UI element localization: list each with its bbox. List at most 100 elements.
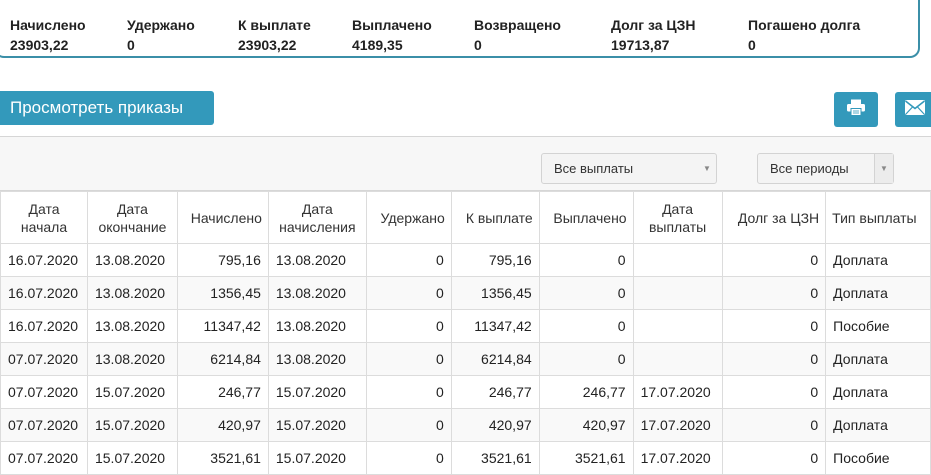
column-header[interactable]: Выплачено (538, 191, 634, 244)
table-cell: 0 (365, 375, 452, 409)
table-cell: 0 (721, 441, 827, 475)
table-cell: 0 (365, 243, 452, 277)
column-header[interactable]: Тип выплаты (825, 191, 931, 244)
table-cell: 420,97 (450, 408, 540, 442)
table-cell: 17.07.2020 (632, 375, 723, 409)
payments-filter-value: Все выплаты (554, 161, 634, 176)
table-cell: 16.07.2020 (0, 276, 88, 310)
column-header[interactable]: Дата начисления (267, 191, 367, 244)
table-cell: 0 (721, 408, 827, 442)
table-cell: 420,97 (538, 408, 634, 442)
table-cell: 1356,45 (450, 276, 540, 310)
table-cell: 15.07.2020 (267, 375, 367, 409)
summary-label: Выплачено (352, 17, 432, 33)
table-cell: 11347,42 (450, 309, 540, 343)
table-cell: 6214,84 (450, 342, 540, 376)
table-cell: 13.08.2020 (267, 243, 367, 277)
periods-filter-select[interactable]: Все периоды ▼ (757, 153, 894, 184)
table-cell: 0 (721, 342, 827, 376)
table-cell: 0 (365, 342, 452, 376)
filters-bar: Все выплаты ▼ Все периоды ▼ (0, 137, 931, 191)
table-cell: 15.07.2020 (86, 408, 178, 442)
table-cell: 3521,61 (176, 441, 269, 475)
summary-value: 23903,22 (10, 37, 69, 53)
chevron-down-icon: ▼ (703, 164, 711, 173)
table-cell: Доплата (825, 408, 931, 442)
summary-value: 0 (748, 37, 756, 53)
table-cell: 07.07.2020 (0, 408, 88, 442)
table-cell: 795,16 (450, 243, 540, 277)
summary-value: 4189,35 (352, 37, 403, 53)
table-cell: 07.07.2020 (0, 441, 88, 475)
table-cell: 0 (721, 375, 827, 409)
column-header[interactable]: Дата окончание (86, 191, 178, 244)
table-row: 07.07.2020 15.07.2020 420,97 15.07.2020 … (0, 408, 931, 442)
table-row: 07.07.2020 13.08.2020 6214,84 13.08.2020… (0, 342, 931, 376)
view-orders-button[interactable]: Просмотреть приказы (0, 91, 214, 125)
table-cell: 16.07.2020 (0, 309, 88, 343)
table-cell: 0 (365, 408, 452, 442)
summary-label: Начислено (10, 17, 86, 33)
table-cell: 15.07.2020 (267, 441, 367, 475)
printer-icon (847, 99, 865, 121)
table-cell: Пособие (825, 309, 931, 343)
summary-to-pay: К выплате 23903,22 (238, 17, 311, 54)
payments-table: Дата начала Дата окончание Начислено Дат… (0, 191, 931, 475)
summary-label: Удержано (127, 17, 195, 33)
table-cell: Пособие (825, 441, 931, 475)
table-cell (632, 342, 723, 376)
summary-value: 0 (474, 37, 482, 53)
table-cell: 17.07.2020 (632, 408, 723, 442)
table-cell: 0 (365, 441, 452, 475)
table-cell: 0 (721, 309, 827, 343)
summary-paid: Выплачено 4189,35 (352, 17, 432, 54)
column-header[interactable]: К выплате (450, 191, 540, 244)
summary-returned: Возвращено 0 (474, 17, 561, 54)
summary-value: 0 (127, 37, 135, 53)
table-cell: 0 (365, 309, 452, 343)
table-cell: 1356,45 (176, 276, 269, 310)
summary-label: Долг за ЦЗН (611, 17, 696, 33)
table-cell: 3521,61 (450, 441, 540, 475)
table-cell: 15.07.2020 (267, 408, 367, 442)
table-cell: 17.07.2020 (632, 441, 723, 475)
table-cell: 6214,84 (176, 342, 269, 376)
table-cell: 13.08.2020 (86, 309, 178, 343)
table-cell: 07.07.2020 (0, 375, 88, 409)
payments-section: Все выплаты ▼ Все периоды ▼ Дата начала … (0, 136, 931, 475)
envelope-icon (905, 99, 925, 120)
table-cell: 13.08.2020 (86, 243, 178, 277)
table-cell: Доплата (825, 375, 931, 409)
table-cell: Доплата (825, 243, 931, 277)
table-cell: 07.07.2020 (0, 342, 88, 376)
table-cell (632, 276, 723, 310)
print-button[interactable] (834, 92, 878, 127)
column-header[interactable]: Начислено (176, 191, 269, 244)
summary-value: 19713,87 (611, 37, 670, 53)
table-cell: 0 (538, 276, 634, 310)
table-cell: 11347,42 (176, 309, 269, 343)
table-cell: 0 (538, 309, 634, 343)
column-header[interactable]: Долг за ЦЗН (721, 191, 827, 244)
table-row: 07.07.2020 15.07.2020 3521,61 15.07.2020… (0, 441, 931, 475)
table-cell: 13.08.2020 (267, 309, 367, 343)
table-cell: 13.08.2020 (86, 342, 178, 376)
table-cell: Доплата (825, 276, 931, 310)
table-cell: 13.08.2020 (267, 342, 367, 376)
column-header[interactable]: Дата выплаты (632, 191, 723, 244)
table-cell: 13.08.2020 (86, 276, 178, 310)
table-cell: 16.07.2020 (0, 243, 88, 277)
summary-accrued: Начислено 23903,22 (10, 17, 86, 54)
summary-debt-repaid: Погашено долга 0 (748, 17, 860, 54)
table-cell: 795,16 (176, 243, 269, 277)
column-header[interactable]: Дата начала (0, 191, 88, 244)
table-cell: 15.07.2020 (86, 375, 178, 409)
table-cell (632, 243, 723, 277)
table-row: 16.07.2020 13.08.2020 795,16 13.08.2020 … (0, 243, 931, 277)
column-header[interactable]: Удержано (365, 191, 452, 244)
email-button[interactable] (895, 92, 931, 127)
payments-filter-select[interactable]: Все выплаты ▼ (541, 153, 717, 184)
table-header-row: Дата начала Дата окончание Начислено Дат… (0, 191, 931, 244)
table-row: 16.07.2020 13.08.2020 11347,42 13.08.202… (0, 309, 931, 343)
table-cell: 0 (538, 243, 634, 277)
